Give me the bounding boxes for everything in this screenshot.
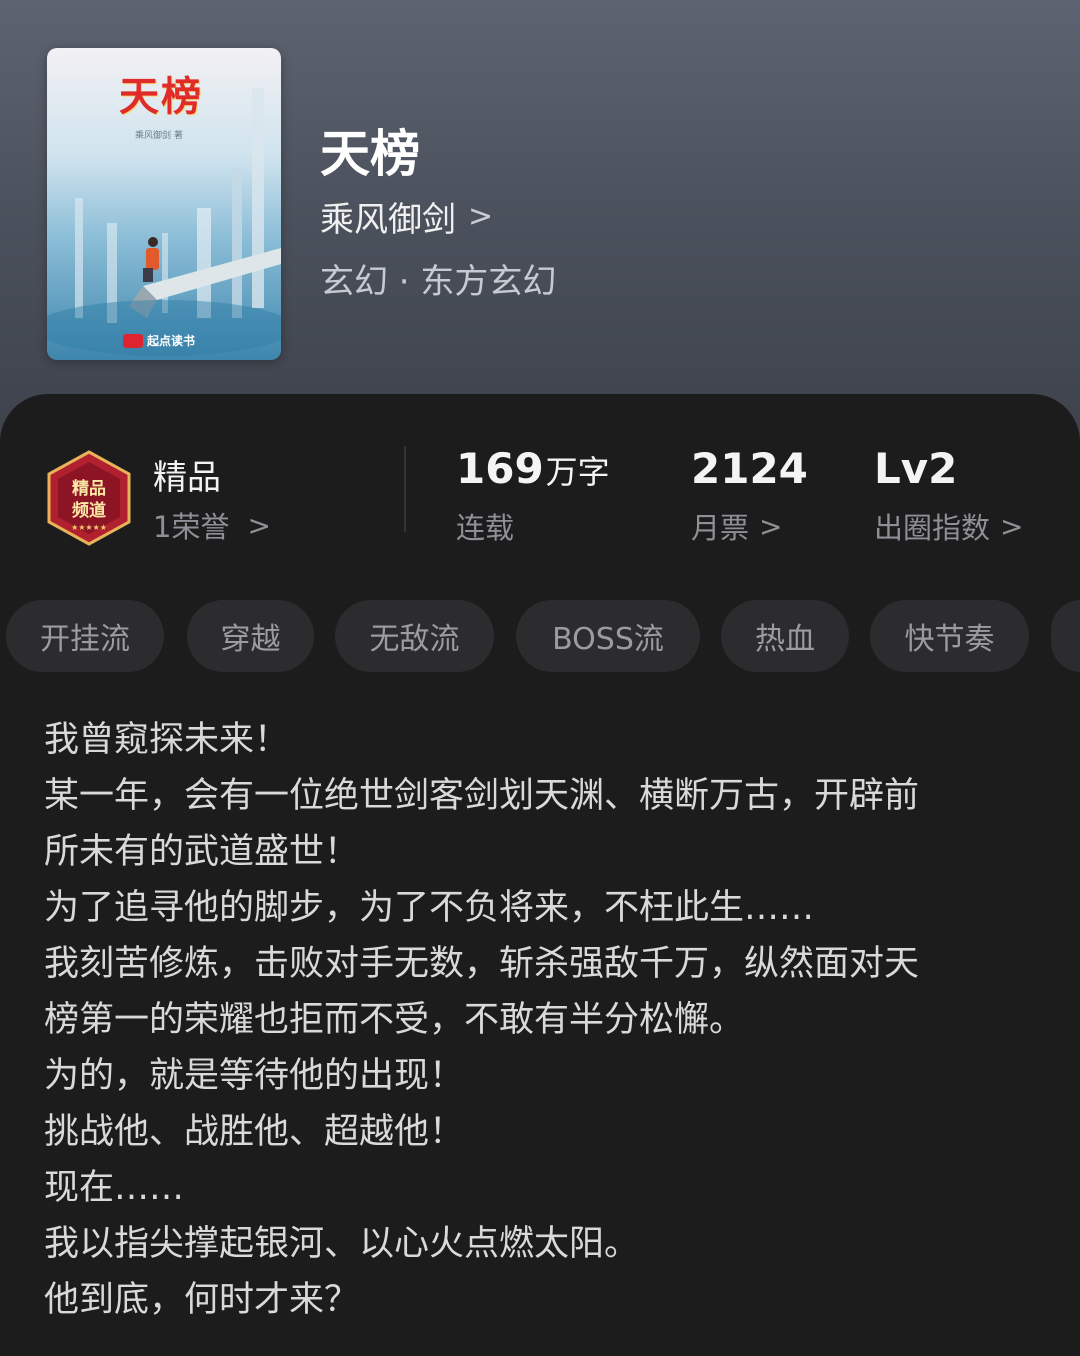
tag-chip[interactable]: 热血: [721, 600, 849, 672]
breakout-index-label: 出圈指数: [874, 511, 991, 545]
tag-chip[interactable]: BOSS流: [516, 600, 700, 672]
monthly-tickets-label: 月票: [691, 511, 750, 545]
book-genre: 玄幻 · 东方玄幻: [320, 262, 557, 302]
word-count-unit: 万字: [545, 453, 610, 491]
honor-title: 精品: [153, 458, 221, 498]
cover-brand-text: 起点读书: [147, 334, 196, 348]
honor-count: 1荣誉: [153, 510, 230, 544]
stat-breakout-index[interactable]: Lv2 出圈指数 >: [874, 444, 1023, 547]
tag-chip[interactable]: 快节奏: [870, 600, 1029, 672]
honor-link[interactable]: 1荣誉 >: [153, 504, 271, 546]
synopsis-line: 现在……: [44, 1168, 185, 1208]
author-name: 乘风御剑: [320, 200, 456, 240]
tag-chip[interactable]: 开挂流: [6, 600, 164, 672]
synopsis-line: 他到底，何时才来？: [44, 1280, 360, 1320]
tag-list: 开挂流 穿越 无敌流 BOSS流 热血 快节奏: [6, 600, 1080, 672]
stat-word-count: 169 万字 连载: [456, 444, 610, 547]
chevron-right-icon: >: [1000, 509, 1024, 543]
badge-text-line-1: 精品: [72, 478, 106, 499]
synopsis-line: 为了追寻他的脚步，为了不负将来，不枉此生……: [44, 888, 815, 928]
cover-title: 天榜: [119, 73, 203, 120]
word-count-value: 169: [456, 444, 544, 493]
book-synopsis: 我曾窥探未来！ 某一年，会有一位绝世剑客剑划天渊、横断万古，开辟前 所未有的武道…: [44, 712, 1034, 1328]
tag-chip[interactable]: 穿越: [187, 600, 314, 672]
monthly-tickets-value: 2124: [691, 444, 808, 493]
serial-status: 连载: [456, 511, 515, 545]
chevron-right-icon: >: [759, 509, 783, 543]
breakout-index-value: Lv2: [874, 444, 958, 493]
synopsis-line: 我曾窥探未来！: [44, 720, 290, 760]
author-link[interactable]: 乘风御剑 >: [320, 192, 493, 241]
cover-author: 乘风御剑 著: [135, 131, 183, 141]
premium-channel-badge-icon[interactable]: 精品 频道 ★★★★★: [44, 450, 134, 546]
synopsis-line: 榜第一的荣耀也拒而不受，不敢有半分松懈。: [44, 1000, 745, 1040]
synopsis-line: 某一年，会有一位绝世剑客剑划天渊、横断万古，开辟前: [44, 776, 920, 816]
badge-stars: ★★★★★: [71, 523, 107, 532]
synopsis-line: 为的，就是等待他的出现！: [44, 1056, 465, 1096]
stat-monthly-tickets[interactable]: 2124 月票 >: [691, 444, 808, 547]
chevron-right-icon: >: [247, 508, 271, 542]
synopsis-line: 所未有的武道盛世！: [44, 832, 360, 872]
book-cover[interactable]: 天榜 乘风御剑 著 起点读书: [47, 48, 281, 360]
synopsis-line: 我以指尖撑起银河、以心火点燃太阳。: [44, 1224, 640, 1264]
synopsis-line: 我刻苦修炼，击败对手无数，斩杀强敌千万，纵然面对天: [44, 944, 920, 984]
divider: [404, 446, 406, 532]
cover-brand: 起点读书: [123, 332, 195, 349]
brand-logo-icon: [123, 333, 143, 348]
synopsis-line: 挑战他、战胜他、超越他！: [44, 1112, 465, 1152]
tag-chip-partial[interactable]: [1051, 600, 1080, 672]
chevron-right-icon: >: [468, 199, 494, 234]
book-title: 天榜: [320, 124, 420, 183]
badge-text-line-2: 频道: [72, 500, 106, 521]
tag-chip[interactable]: 无敌流: [335, 600, 494, 672]
